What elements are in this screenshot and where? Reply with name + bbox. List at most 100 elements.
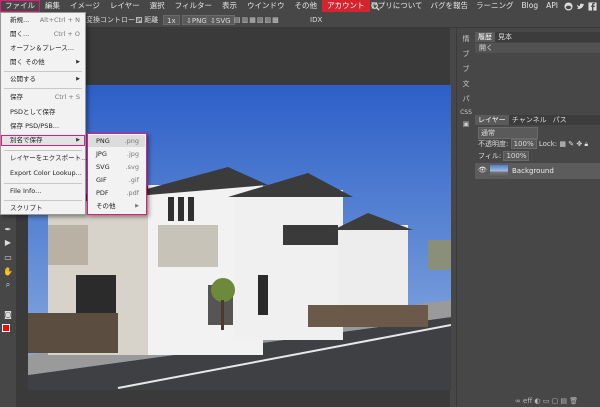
rectangle-tool-icon[interactable]: ▭ (3, 253, 13, 263)
menu-file[interactable]: ファイル (0, 0, 40, 12)
document-image[interactable] (28, 85, 451, 390)
menu-report-bug[interactable]: バグを報告 (427, 0, 473, 12)
menu-item-save[interactable]: 保存 Ctrl + S (1, 92, 85, 103)
submenu-item-more[interactable]: その他 ▶ (88, 200, 145, 212)
menu-item-publish[interactable]: 公開する ▶ (1, 74, 85, 85)
layer-name: Background (512, 167, 554, 175)
tab-history[interactable]: 履歴 (475, 32, 495, 42)
menu-separator (4, 200, 82, 201)
brush-presets-icon[interactable]: ブ (459, 64, 473, 74)
menu-item-file-info[interactable]: File Info... (1, 186, 85, 197)
menu-item-open-more[interactable]: 開く その他 ▶ (1, 57, 85, 68)
export-svg-label: SVG (215, 17, 231, 25)
paragraph-panel-icon[interactable]: パ (459, 94, 473, 104)
hand-tool-icon[interactable]: ✋ (3, 267, 13, 277)
file-menu-dropdown: 新規... Alt+Ctrl + N 開く... Ctrl + O オープン＆プ… (0, 12, 88, 215)
pen-tool-icon[interactable]: ✒ (3, 225, 13, 235)
facebook-icon[interactable] (586, 0, 598, 12)
export-png-label: PNG (191, 17, 207, 25)
fill-input[interactable]: 100% (503, 151, 530, 161)
distance-checkbox[interactable]: 距離 (136, 15, 158, 25)
quick-mask-icon[interactable]: ◙ (3, 310, 13, 320)
reddit-icon[interactable] (562, 0, 574, 12)
opacity-input[interactable]: 100% (510, 139, 537, 149)
menu-item-label: オープン＆プレース... (10, 44, 74, 52)
submenu-arrow-icon: ▶ (135, 203, 139, 209)
zoom-select[interactable]: 1x (163, 15, 180, 25)
menu-edit[interactable]: 編集 (40, 0, 65, 12)
submenu-arrow-icon: ▶ (76, 59, 80, 65)
menu-view[interactable]: 表示 (217, 0, 242, 12)
image-panel-icon[interactable]: ▣ (459, 120, 473, 128)
menu-layer[interactable]: レイヤー (105, 0, 145, 12)
submenu-item-pdf[interactable]: PDF .pdf (88, 187, 145, 199)
eye-icon[interactable]: 👁︎ (478, 166, 487, 174)
align-buttons-icon: ▤▥▦▧▨▩ (234, 16, 280, 24)
lock-label: Lock: (538, 140, 558, 148)
menu-blog[interactable]: Blog (518, 0, 543, 12)
menu-item-save-psd[interactable]: PSDとして保存 (1, 107, 85, 118)
zoom-tool-icon[interactable]: ⌕ (3, 280, 13, 290)
export-svg-button[interactable]: ⇩SVG (206, 15, 235, 25)
menu-item-script[interactable]: スクリプト (1, 203, 85, 214)
submenu-item-svg[interactable]: SVG .svg (88, 161, 145, 173)
extension-label: .jpg (126, 150, 139, 158)
info-panel-icon[interactable]: 情 (459, 34, 473, 44)
menu-item-label: 別名で保存 (10, 136, 43, 144)
panel-icon-strip: 情 ブ ブ 文 パ CSS ▣ (456, 28, 474, 407)
align-icons[interactable]: ▤▥▦▧▨▩ (234, 15, 280, 25)
tab-layers[interactable]: レイヤー (475, 115, 509, 125)
menu-separator (4, 183, 82, 184)
menu-item-label: レイヤーをエクスポート... (10, 154, 88, 162)
lock-icons[interactable]: ▦ ✎ ✥ 🔒︎ (559, 140, 588, 148)
character-panel-icon[interactable]: 文 (459, 79, 473, 89)
extension-label: .png (124, 137, 139, 145)
menu-filter[interactable]: フィルター (170, 0, 217, 12)
layer-row[interactable]: 👁︎ Background (475, 163, 600, 179)
transform-controls-label[interactable]: 変換コントロール (86, 15, 142, 25)
layer-action-icons[interactable]: ∞ eff ◐ ▭ ▢ ▤ 🗑︎ (515, 396, 578, 406)
right-panel: 履歴 見本 開く レイヤー チャンネル パス 通常 不透明度: 100% Loc… (475, 28, 600, 407)
blend-mode-select[interactable]: 通常 (478, 127, 538, 139)
extension-label: .svg (125, 163, 139, 171)
menu-image[interactable]: イメージ (65, 0, 105, 12)
tab-swatches[interactable]: 見本 (495, 32, 515, 42)
history-entry[interactable]: 開く (475, 43, 600, 53)
menu-item-label: Export Color Lookup... (10, 169, 82, 177)
menu-item-save-psd-psb[interactable]: 保存 PSD/PSB... (1, 121, 85, 132)
save-as-submenu: PNG .png JPG .jpg SVG .svg GIF .gif PDF … (87, 133, 147, 215)
menu-learning[interactable]: ラーニング (472, 0, 518, 12)
brush-panel-icon[interactable]: ブ (459, 49, 473, 59)
menu-more[interactable]: その他 (290, 0, 323, 12)
menu-item-label: File Info... (10, 187, 42, 195)
menu-account[interactable]: アカウント (322, 0, 370, 12)
submenu-item-label: SVG (96, 163, 110, 171)
menu-item-export-color-lookup[interactable]: Export Color Lookup... (1, 168, 85, 179)
menu-item-new[interactable]: 新規... Alt+Ctrl + N (1, 15, 85, 26)
options-bar: 変換コントロール 距離 1x ⇩PNG ⇩SVG ▤▥▦▧▨▩ IDX (0, 12, 600, 28)
foreground-color-swatch[interactable] (2, 324, 10, 332)
menu-item-export-layers[interactable]: レイヤーをエクスポート... (1, 153, 88, 164)
submenu-item-png[interactable]: PNG .png (88, 135, 145, 147)
menu-item-label: 開く... (10, 30, 30, 38)
menu-select[interactable]: 選択 (145, 0, 170, 12)
menu-item-save-as[interactable]: 別名で保存 ▶ (1, 135, 85, 146)
menu-window[interactable]: ウインドウ (242, 0, 290, 12)
menu-item-open[interactable]: 開く... Ctrl + O (1, 29, 85, 40)
css-panel-icon[interactable]: CSS (459, 109, 473, 116)
submenu-item-jpg[interactable]: JPG .jpg (88, 148, 145, 160)
menu-api[interactable]: API (542, 0, 562, 12)
tab-paths[interactable]: パス (550, 115, 570, 125)
menu-about[interactable]: アプリについて (366, 0, 426, 12)
idx-label[interactable]: IDX (310, 15, 322, 25)
path-select-tool-icon[interactable]: ▶ (3, 238, 13, 248)
submenu-item-gif[interactable]: GIF .gif (88, 174, 145, 186)
tab-channels[interactable]: チャンネル (509, 115, 550, 125)
twitter-icon[interactable] (574, 0, 586, 12)
menu-item-label: 公開する (10, 75, 36, 83)
menu-item-label: スクリプト (10, 204, 43, 212)
submenu-item-label: PDF (96, 189, 109, 197)
menu-item-open-place[interactable]: オープン＆プレース... (1, 43, 85, 54)
submenu-item-label: その他 (96, 202, 116, 210)
distance-label: 距離 (144, 16, 159, 24)
